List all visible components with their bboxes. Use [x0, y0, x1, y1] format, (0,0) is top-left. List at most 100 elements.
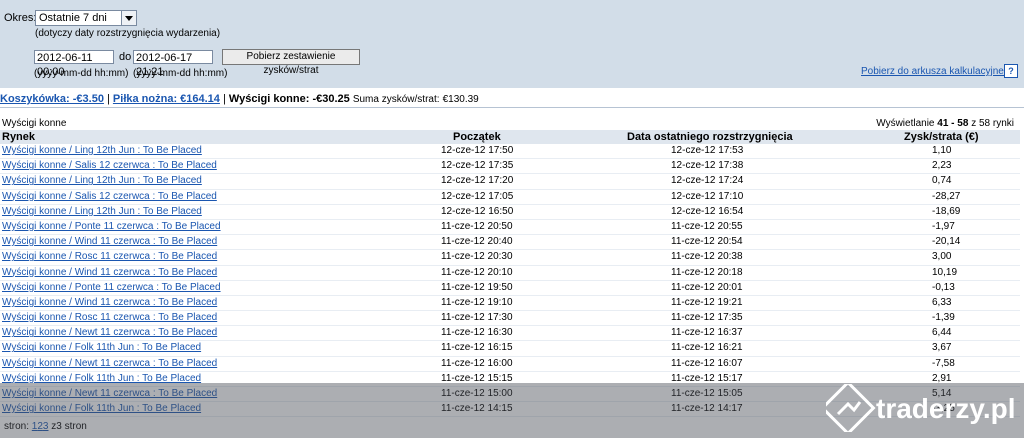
- profit-value: -20,14: [932, 236, 961, 248]
- summary-separator: |: [222, 93, 226, 105]
- logo-mark-icon: [826, 384, 876, 432]
- market-link[interactable]: Wyścigi konne / Ling 12th Jun : To Be Pl…: [2, 175, 202, 186]
- market-link[interactable]: Wyścigi konne / Ponte 11 czerwca : To Be…: [2, 282, 221, 293]
- column-header-market[interactable]: Rynek: [2, 131, 35, 143]
- export-spreadsheet-link[interactable]: Pobierz do arkusza kalkulacyjnego: [861, 66, 1015, 77]
- market-link[interactable]: Wyścigi konne / Folk 11th Jun : To Be Pl…: [2, 342, 201, 353]
- settled-time: 11-cze-12 20:01: [671, 281, 743, 293]
- table-row: Wyścigi konne / Folk 11th Jun : To Be Pl…: [0, 341, 1020, 357]
- market-link[interactable]: Wyścigi konne / Wind 11 czerwca : To Be …: [2, 267, 217, 278]
- start-time: 12-cze-12 17:20: [441, 175, 514, 187]
- summary-basketball-link[interactable]: Koszykówka: -€3.50: [0, 93, 104, 105]
- get-report-button[interactable]: Pobierz zestawienie zysków/strat: [222, 49, 360, 76]
- period-select[interactable]: Ostatnie 7 dni: [35, 10, 137, 26]
- sport-summary: Koszykówka: -€3.50 | Piłka nożna: €164.1…: [0, 93, 479, 105]
- settled-time: 11-cze-12 20:18: [671, 266, 743, 278]
- market-link[interactable]: Wyścigi konne / Ling 12th Jun : To Be Pl…: [2, 206, 202, 217]
- chevron-down-icon[interactable]: [121, 11, 136, 25]
- market-link[interactable]: Wyścigi konne / Salis 12 czerwca : To Be…: [2, 191, 217, 202]
- results-count-suffix: z 58 rynki: [971, 118, 1014, 129]
- market-link[interactable]: Wyścigi konne / Wind 11 czerwca : To Be …: [2, 297, 217, 308]
- start-time: 11-cze-12 16:30: [441, 327, 513, 339]
- table-row: Wyścigi konne / Newt 11 czerwca : To Be …: [0, 357, 1020, 372]
- start-time: 12-cze-12 16:50: [441, 205, 514, 217]
- settled-time: 12-cze-12 17:38: [671, 160, 744, 172]
- column-header-settled[interactable]: Data ostatniego rozstrzygnięcia: [627, 131, 793, 143]
- start-time: 11-cze-12 20:30: [441, 251, 513, 263]
- market-link[interactable]: Wyścigi konne / Wind 11 czerwca : To Be …: [2, 236, 217, 247]
- market-link[interactable]: Wyścigi konne / Rosc 11 czerwca : To Be …: [2, 251, 217, 262]
- market-link[interactable]: Wyścigi konne / Ponte 11 czerwca : To Be…: [2, 221, 221, 232]
- profit-value: -1,97: [932, 220, 955, 232]
- profit-value: -7,58: [932, 357, 955, 369]
- table-row: Wyścigi konne / Newt 11 czerwca : To Be …: [0, 326, 1020, 342]
- start-time: 12-cze-12 17:05: [441, 190, 514, 202]
- results-table: Wyścigi konne / Ling 12th Jun : To Be Pl…: [0, 144, 1020, 418]
- profit-value: 10,19: [932, 266, 958, 278]
- summary-separator: |: [107, 93, 110, 105]
- date-to-label: do: [119, 51, 132, 63]
- table-row: Wyścigi konne / Ling 12th Jun : To Be Pl…: [0, 205, 1020, 220]
- profit-value: 2,23: [932, 160, 952, 172]
- help-icon[interactable]: ?: [1004, 64, 1018, 78]
- filter-panel: Okres: Ostatnie 7 dni (dotyczy daty rozs…: [0, 0, 1024, 88]
- table-row: Wyścigi konne / Rosc 11 czerwca : To Be …: [0, 250, 1020, 266]
- date-to-format: (yyyy-mm-dd hh:mm): [133, 68, 228, 79]
- results-count: Wyświetlanie 41 - 58 z 58 rynki: [876, 118, 1014, 129]
- market-link[interactable]: Wyścigi konne / Ling 12th Jun : To Be Pl…: [2, 145, 202, 156]
- period-label: Okres:: [4, 12, 37, 24]
- settled-time: 11-cze-12 16:37: [671, 327, 743, 339]
- table-row: Wyścigi konne / Ling 12th Jun : To Be Pl…: [0, 144, 1020, 160]
- table-row: Wyścigi konne / Ponte 11 czerwca : To Be…: [0, 281, 1020, 296]
- start-time: 12-cze-12 17:35: [441, 160, 514, 172]
- date-from-input[interactable]: 2012-06-11 00:00: [34, 50, 114, 78]
- table-row: Wyścigi konne / Ling 12th Jun : To Be Pl…: [0, 174, 1020, 190]
- column-header-start[interactable]: Początek: [453, 131, 501, 143]
- table-row: Wyścigi konne / Salis 12 czerwca : To Be…: [0, 159, 1020, 175]
- column-header-profit[interactable]: Zysk/strata (€): [904, 131, 979, 143]
- summary-total-value: €130.39: [442, 94, 479, 105]
- settled-time: 11-cze-12 20:54: [671, 236, 743, 248]
- settled-time: 12-cze-12 17:10: [671, 190, 744, 202]
- start-time: 11-cze-12 19:50: [441, 281, 513, 293]
- table-row: Wyścigi konne / Wind 11 czerwca : To Be …: [0, 296, 1020, 312]
- profit-value: 3,00: [932, 251, 952, 263]
- divider: [0, 107, 1024, 108]
- table-header: Rynek Początek Data ostatniego rozstrzyg…: [0, 130, 1020, 144]
- settled-time: 11-cze-12 16:07: [671, 357, 743, 369]
- market-link[interactable]: Wyścigi konne / Rosc 11 czerwca : To Be …: [2, 312, 217, 323]
- profit-value: -18,69: [932, 205, 961, 217]
- settled-time: 11-cze-12 16:21: [671, 342, 743, 354]
- start-time: 11-cze-12 16:00: [441, 357, 513, 369]
- start-time: 12-cze-12 17:50: [441, 145, 514, 156]
- table-row: Wyścigi konne / Wind 11 czerwca : To Be …: [0, 235, 1020, 251]
- settled-time: 12-cze-12 17:53: [671, 145, 744, 156]
- start-time: 11-cze-12 16:15: [441, 342, 513, 354]
- settled-time: 12-cze-12 16:54: [671, 205, 744, 217]
- summary-horses: Wyścigi konne: -€30.25: [228, 93, 350, 105]
- settled-time: 11-cze-12 20:38: [671, 251, 743, 263]
- settled-time: 11-cze-12 20:55: [671, 220, 743, 232]
- market-link[interactable]: Wyścigi konne / Newt 11 czerwca : To Be …: [2, 327, 217, 338]
- table-row: Wyścigi konne / Ponte 11 czerwca : To Be…: [0, 220, 1020, 236]
- market-link[interactable]: Wyścigi konne / Newt 11 czerwca : To Be …: [2, 358, 217, 369]
- results-count-range: 41 - 58: [937, 118, 969, 129]
- profit-value: -1,39: [932, 312, 955, 324]
- market-link[interactable]: Wyścigi konne / Salis 12 czerwca : To Be…: [2, 160, 217, 171]
- summary-football-link[interactable]: Piłka nożna: €164.14: [113, 93, 220, 105]
- watermark-logo: traderzy.pl: [826, 384, 1016, 432]
- results-count-prefix: Wyświetlanie: [876, 118, 935, 129]
- date-from-format: (yyyy-mm-dd hh:mm): [34, 68, 129, 79]
- start-time: 11-cze-12 20:40: [441, 236, 513, 248]
- summary-total-label: Suma zysków/strat:: [352, 94, 440, 105]
- date-to-input[interactable]: 2012-06-17 21:21: [133, 50, 213, 78]
- profit-value: 0,74: [932, 175, 952, 187]
- table-row: Wyścigi konne / Rosc 11 czerwca : To Be …: [0, 311, 1020, 327]
- profit-value: 6,33: [932, 296, 952, 308]
- period-note: (dotyczy daty rozstrzygnięcia wydarzenia…: [35, 28, 221, 39]
- profit-value: 6,44: [932, 327, 952, 339]
- period-select-value: Ostatnie 7 dni: [39, 12, 107, 24]
- profit-value: 3,67: [932, 342, 952, 354]
- settled-time: 12-cze-12 17:24: [671, 175, 744, 187]
- table-row: Wyścigi konne / Salis 12 czerwca : To Be…: [0, 190, 1020, 205]
